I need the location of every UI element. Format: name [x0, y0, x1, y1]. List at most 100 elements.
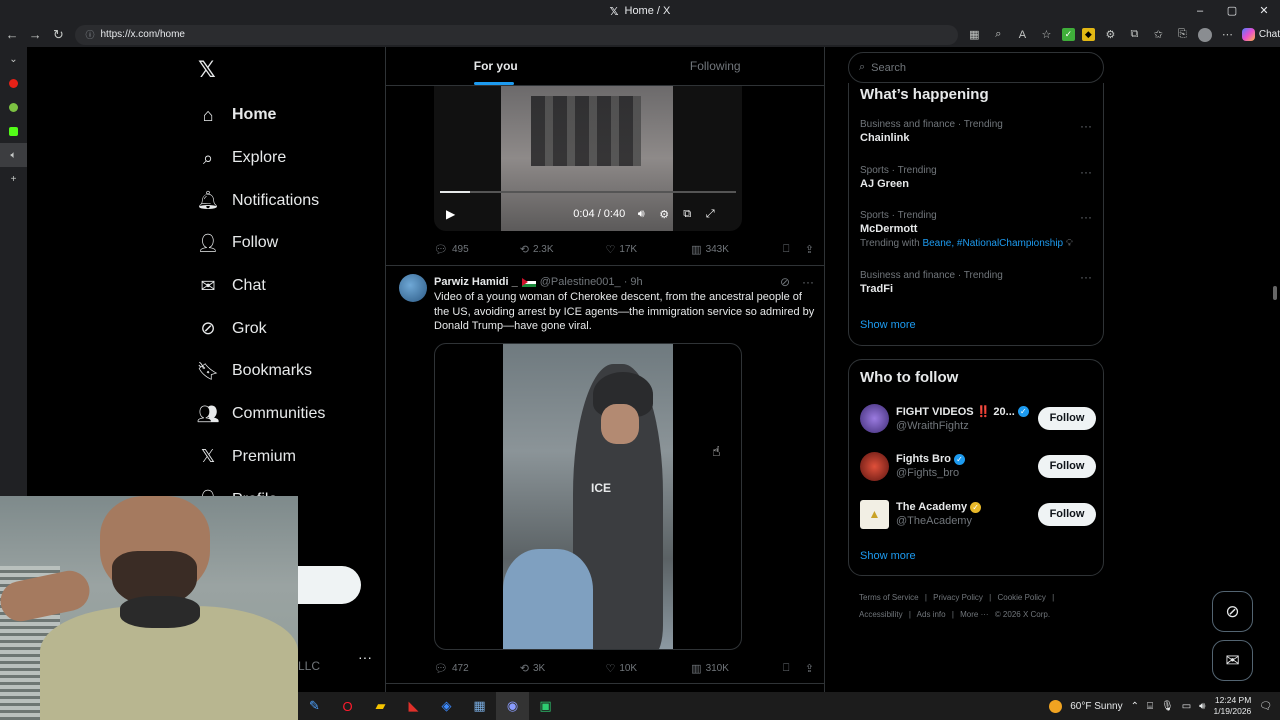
address-bar[interactable]: ⓘ https://x.com/home	[75, 24, 958, 45]
copilot-chat-button[interactable]: Chat	[1241, 28, 1280, 41]
nav-item-premium[interactable]: 𝕏 Premium	[196, 436, 325, 479]
nav-item-chat[interactable]: ✉ Chat	[196, 265, 325, 308]
nav-item-notifications[interactable]: 🔔︎ Notifications	[196, 179, 325, 222]
bookmark-action[interactable]: ⎕	[783, 662, 805, 675]
academy-logo-icon[interactable]: ▲	[860, 499, 889, 529]
tray-chevron-icon[interactable]: ⌃	[1131, 701, 1139, 712]
trend-item[interactable]: Sports · Trending McDermott Trending wit…	[860, 210, 1096, 249]
trend-item[interactable]: Sports · Trending AJ Green ···	[860, 165, 1096, 190]
video-progress-bar[interactable]	[440, 191, 736, 193]
show-more-link[interactable]: Show more	[860, 319, 916, 331]
terms-link[interactable]: Terms of Service	[859, 593, 919, 602]
nav-item-follow[interactable]: 👤︎ Follow	[196, 222, 325, 265]
extension-yellow-icon[interactable]: ◆	[1081, 28, 1095, 41]
play-icon[interactable]: ▶	[446, 207, 455, 221]
grok-fab-icon[interactable]: ⊘	[1212, 591, 1253, 632]
close-window-button[interactable]: ✕	[1248, 0, 1280, 22]
scrollbar-thumb[interactable]	[1273, 286, 1277, 300]
reload-icon[interactable]: ↻	[47, 27, 69, 43]
taskbar-app-icon[interactable]: ✎	[298, 692, 331, 720]
grok-explain-icon[interactable]: ⊘	[780, 275, 790, 289]
search-input[interactable]: ⌕ Search	[848, 52, 1104, 83]
file-explorer-icon[interactable]: ▰	[364, 692, 397, 720]
extension-green-icon[interactable]: ✓	[1061, 28, 1075, 41]
discord-icon[interactable]: ◉	[496, 692, 529, 720]
restore-button[interactable]: ▢	[1216, 0, 1248, 22]
forward-arrow-icon[interactable]: →	[24, 27, 46, 42]
taskbar-red-app-icon[interactable]: ◣	[397, 692, 430, 720]
views-action[interactable]: ▥ 343K	[691, 243, 783, 256]
weather-text[interactable]: 60°F Sunny	[1070, 701, 1122, 712]
trend-item[interactable]: Business and finance · Trending Chainlin…	[860, 119, 1096, 144]
like-action[interactable]: ♡ 10K	[605, 662, 691, 675]
trend-more-icon[interactable]: ···	[1080, 270, 1092, 284]
repost-action[interactable]: ⟲ 3K	[520, 662, 606, 675]
privacy-link[interactable]: Privacy Policy	[933, 593, 983, 602]
author-name[interactable]: Parwiz Hamidi _	[434, 276, 518, 288]
browser-menu-icon[interactable]: ⋯	[1219, 28, 1236, 41]
author-handle[interactable]: @Palestine001_ · 9h	[540, 276, 643, 288]
nav-item-communities[interactable]: 👥︎ Communities	[196, 393, 326, 436]
pip-icon[interactable]: ⧉	[680, 208, 694, 221]
tab-following[interactable]: Following	[606, 47, 825, 85]
ads-info-link[interactable]: Ads info	[917, 610, 946, 619]
show-more-link[interactable]: Show more	[860, 550, 916, 562]
follow-button[interactable]: Follow	[1038, 454, 1096, 478]
nav-item-bookmarks[interactable]: 🔖︎ Bookmarks	[196, 350, 325, 393]
reader-mode-icon[interactable]: ▦	[966, 28, 983, 41]
favorite-star-icon[interactable]: ☆	[1038, 28, 1055, 41]
suggestion-name[interactable]: The Academy	[896, 501, 967, 513]
taskbar-grid-app-icon[interactable]: ▦	[463, 692, 496, 720]
avatar[interactable]	[860, 451, 889, 481]
follow-button[interactable]: Follow	[1038, 502, 1096, 526]
repost-action[interactable]: ⟲ 2.3K	[520, 243, 606, 256]
sidebar-collapse-icon[interactable]: ⌄	[0, 47, 27, 71]
like-action[interactable]: ♡ 17K	[605, 243, 691, 256]
follow-button[interactable]: Follow	[1038, 406, 1096, 430]
trending-with-tags[interactable]: Beane, #NationalChampionship	[922, 238, 1063, 249]
follow-suggestion[interactable]: FIGHT VIDEOS ‼️ 20... ✓ @WraithFightz Fol…	[860, 402, 1096, 434]
minimize-button[interactable]: –	[1184, 0, 1216, 22]
nav-item-grok[interactable]: ⊘ Grok	[196, 307, 325, 350]
trend-more-icon[interactable]: ···	[1080, 165, 1092, 179]
reply-action[interactable]: 💬︎ 472	[434, 662, 520, 675]
share-action[interactable]: ⇪	[805, 243, 814, 256]
taskbar-green-app-icon[interactable]: ▣	[529, 692, 562, 720]
sidebar-audio-tab-icon[interactable]: 🔈︎	[0, 143, 27, 167]
collections-icon[interactable]: ⎘	[1174, 28, 1191, 41]
post1-video[interactable]: ▶ 0:04 / 0:40 🔊︎ ⚙ ⧉ ⤢	[434, 86, 742, 231]
cookie-link[interactable]: Cookie Policy	[997, 593, 1045, 602]
nav-item-home[interactable]: ⌂ Home	[196, 94, 325, 137]
nav-item-explore[interactable]: ⌕ Explore	[196, 137, 325, 180]
views-action[interactable]: ▥ 310K	[691, 662, 783, 675]
favorites-icon[interactable]: ✩	[1150, 28, 1167, 41]
taskbar-blue-app-icon[interactable]: ◈	[430, 692, 463, 720]
opera-icon[interactable]: O	[331, 692, 364, 720]
account-more-icon[interactable]: ···	[358, 649, 372, 665]
more-link[interactable]: More ···	[960, 610, 988, 619]
extensions-puzzle-icon[interactable]: ⚙	[1102, 28, 1119, 41]
tab-for-you[interactable]: For you	[386, 47, 606, 85]
zoom-icon[interactable]: ⌕	[990, 28, 1007, 41]
browser-profile-avatar[interactable]	[1197, 27, 1212, 42]
read-aloud-icon[interactable]: A	[1014, 29, 1031, 41]
suggestion-name[interactable]: Fights Bro	[896, 453, 951, 465]
speaker-icon[interactable]: 🔊︎	[1199, 701, 1205, 712]
avatar[interactable]	[860, 403, 889, 433]
post-button[interactable]	[298, 566, 361, 604]
sidebar-kick-icon[interactable]	[0, 119, 27, 143]
follow-suggestion[interactable]: ▲ The Academy ✓ @TheAcademy Follow	[860, 498, 1096, 530]
taskbar-clock[interactable]: 12:24 PM 1/19/2026	[1213, 695, 1251, 717]
share-action[interactable]: ⇪	[805, 662, 814, 675]
trend-more-icon[interactable]: ···	[1080, 119, 1092, 133]
post2-video[interactable]: ICE	[434, 343, 742, 650]
trend-more-icon[interactable]: ···	[1080, 210, 1092, 224]
notification-center-icon[interactable]: 🗨︎	[1259, 701, 1272, 712]
reply-action[interactable]: 💬︎ 495	[434, 243, 520, 256]
back-arrow-icon[interactable]: ←	[1, 27, 23, 42]
network-icon[interactable]: ▭	[1182, 701, 1191, 712]
split-screen-icon[interactable]: ⧉	[1126, 28, 1143, 41]
sidebar-youtube-icon[interactable]	[0, 71, 27, 95]
sidebar-app-green-icon[interactable]	[0, 95, 27, 119]
bookmark-action[interactable]: ⎕	[783, 243, 805, 256]
